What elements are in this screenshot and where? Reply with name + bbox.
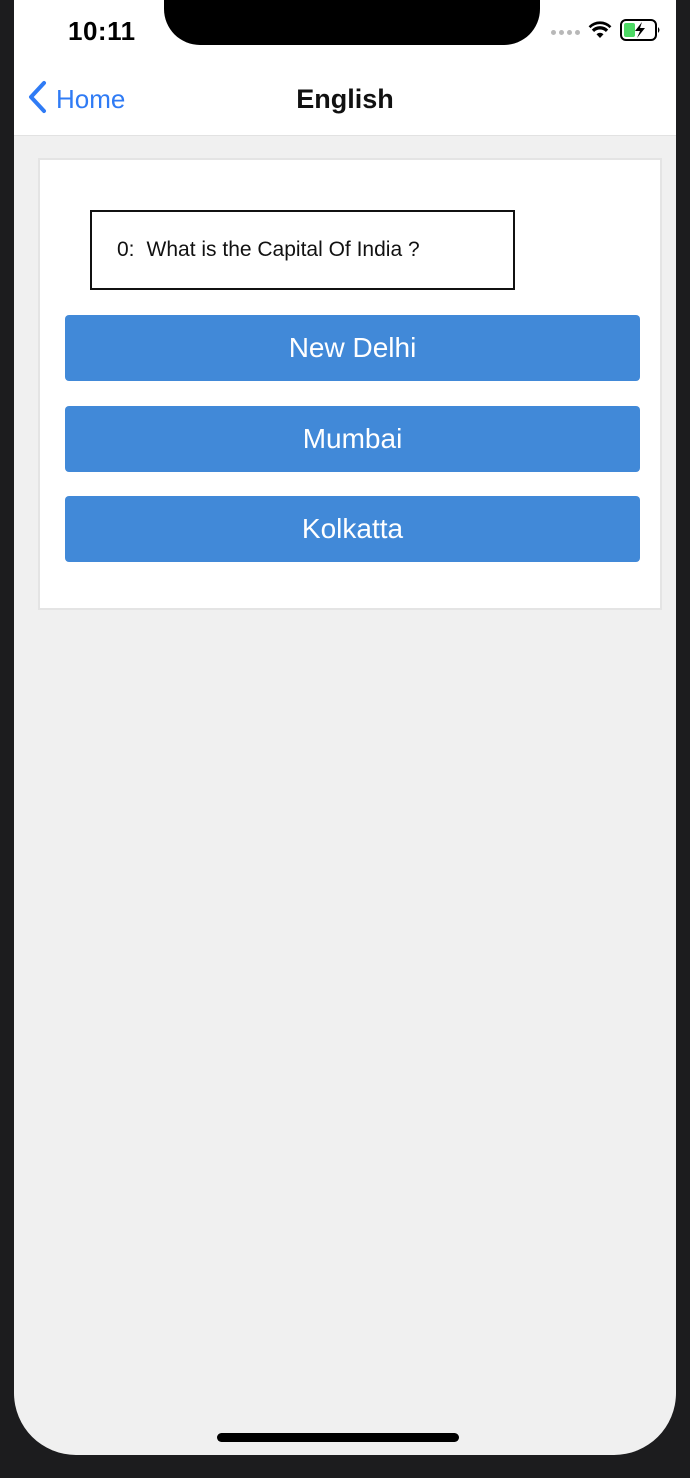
status-icons [551,18,662,46]
home-indicator[interactable] [217,1433,459,1442]
battery-charging-icon [620,18,662,46]
answer-button-3[interactable]: Kolkatta [65,496,640,562]
phone-frame: 10:11 Home English 0: What is the Capita… [0,0,690,1478]
question-box: 0: What is the Capital Of India ? [90,210,515,290]
status-bar: 10:11 [14,0,676,64]
question-number: 0: [117,238,135,261]
status-time: 10:11 [68,16,136,46]
question-card: 0: What is the Capital Of India ? New De… [38,158,662,610]
app-screen: 10:11 Home English 0: What is the Capita… [14,0,676,1455]
answer-button-2[interactable]: Mumbai [65,406,640,472]
device-notch [164,0,540,45]
navigation-bar: Home English [14,64,676,136]
question-text: What is the Capital Of India ? [146,238,420,261]
signal-dots-icon [551,29,580,35]
page-title: English [296,84,394,114]
answer-button-1[interactable]: New Delhi [65,315,640,381]
wifi-icon [588,20,612,44]
